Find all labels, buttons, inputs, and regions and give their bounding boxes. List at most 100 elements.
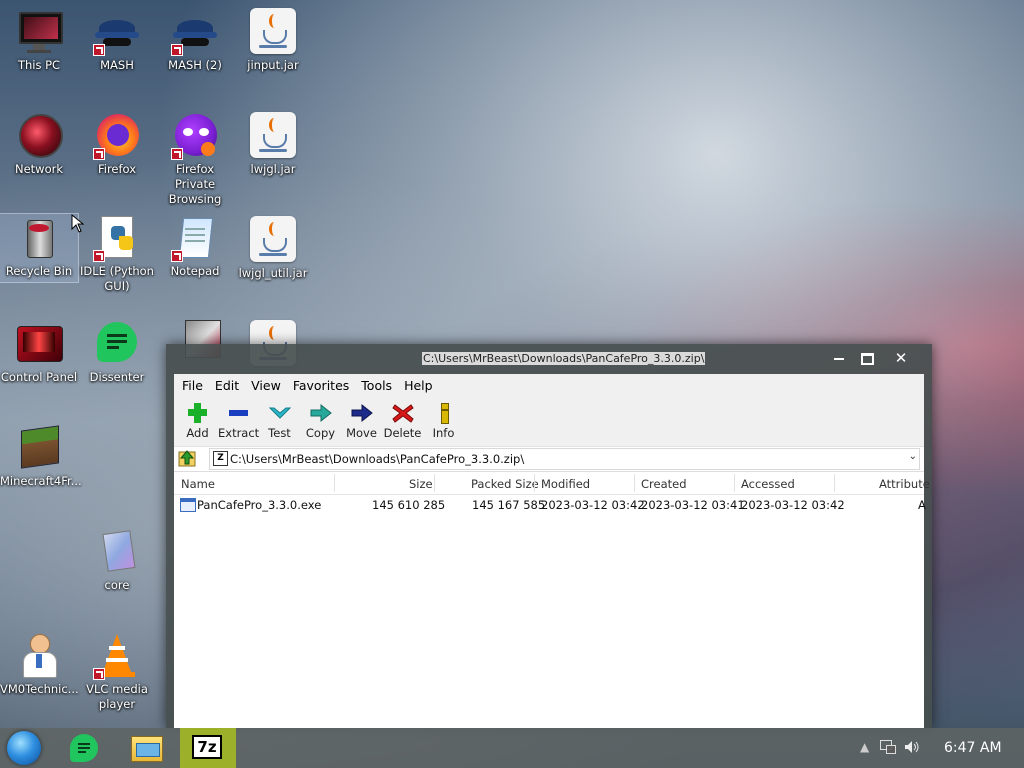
notepad-icon [171, 214, 219, 262]
menu-favorites[interactable]: Favorites [287, 378, 355, 393]
recycle-bin-icon [15, 214, 63, 262]
add-button[interactable]: Add [177, 396, 218, 446]
info-icon [432, 402, 456, 424]
move-button[interactable]: Move [341, 396, 382, 446]
monitor-icon [15, 8, 63, 56]
desktop-icon-lwjgl-util-jar[interactable]: lwjgl_util.jar [234, 216, 312, 281]
shortcut-arrow-icon [171, 250, 183, 262]
desktop-icon-vlc[interactable]: VLC media player [78, 632, 156, 712]
shortcut-arrow-icon [171, 44, 183, 56]
desktop-icon-firefox-private[interactable]: Firefox Private Browsing [156, 112, 234, 207]
java-jar-icon [249, 8, 297, 56]
info-button[interactable]: Info [423, 396, 464, 446]
desktop-icon-label: MASH [100, 58, 134, 72]
col-size[interactable]: Size [409, 477, 433, 491]
tray-chevron-icon[interactable]: ▲ [860, 740, 869, 754]
col-name[interactable]: Name [181, 477, 215, 491]
menu-help[interactable]: Help [398, 378, 439, 393]
taskbar-dissenter[interactable] [58, 728, 114, 768]
copy-arrow-icon [309, 402, 333, 424]
extract-button[interactable]: Extract [218, 396, 259, 446]
volume-tray-icon[interactable] [904, 740, 920, 754]
shortcut-arrow-icon [93, 250, 105, 262]
core-document-icon [93, 528, 141, 576]
file-attributes: A [918, 498, 926, 512]
col-accessed[interactable]: Accessed [741, 477, 795, 491]
taskbar-clock[interactable]: 6:47 AM [944, 740, 1002, 756]
up-folder-button[interactable] [177, 448, 199, 470]
network-tray-icon[interactable] [880, 740, 896, 754]
mash-spy-icon [93, 8, 141, 56]
desktop-icon-idle-python[interactable]: IDLE (Python GUI) [78, 214, 156, 294]
move-arrow-icon [350, 402, 374, 424]
desktop-icon-mash[interactable]: MASH [78, 8, 156, 73]
copy-label: Copy [305, 426, 336, 440]
col-packed-size[interactable]: Packed Size [471, 477, 539, 491]
desktop-icon-this-pc[interactable]: This PC [0, 8, 78, 73]
7zip-logo-text: 7z [197, 738, 217, 756]
menu-tools[interactable]: Tools [355, 378, 398, 393]
desktop-icon-label: Dissenter [89, 370, 145, 384]
window-titlebar[interactable]: C:\Users\MrBeast\Downloads\PanCafePro_3.… [166, 344, 932, 374]
col-created[interactable]: Created [641, 477, 687, 491]
desktop-icon-vm0technic[interactable]: VM0Technic... [0, 632, 79, 697]
desktop-icon-network[interactable]: Network [0, 112, 78, 177]
maximize-button[interactable] [850, 347, 884, 369]
menu-file[interactable]: File [176, 378, 209, 393]
menu-view[interactable]: View [245, 378, 287, 393]
desktop-icon-label: lwjgl.jar [250, 162, 296, 176]
desktop-icon-label: jinput.jar [247, 58, 299, 72]
desktop-icon-label: core [104, 578, 130, 592]
shortcut-arrow-icon [171, 148, 183, 160]
taskbar: 7z ▲ 6:47 AM [0, 728, 1024, 768]
desktop-icon-lwjgl-jar[interactable]: lwjgl.jar [234, 112, 312, 177]
dissenter-icon [93, 320, 141, 368]
desktop-icon-core[interactable]: core [78, 528, 156, 593]
python-file-icon [93, 214, 141, 262]
file-row[interactable]: PanCafePro_3.3.0.exe 145 610 285 145 167… [174, 495, 926, 515]
plus-icon [186, 402, 210, 424]
delete-button[interactable]: Delete [382, 396, 423, 446]
firefox-icon [93, 112, 141, 160]
desktop-icon-recycle-bin[interactable]: Recycle Bin [0, 213, 79, 283]
column-headers: Name Size Packed Size Modified Created A… [174, 472, 930, 495]
chevron-down-icon[interactable]: ⌄ [909, 451, 917, 462]
start-orb-button[interactable] [7, 731, 41, 765]
mash-spy-icon [171, 8, 219, 56]
taskbar-file-explorer[interactable] [118, 728, 174, 768]
desktop-icon-notepad[interactable]: Notepad [156, 214, 234, 279]
delete-label: Delete [383, 426, 422, 440]
copy-button[interactable]: Copy [300, 396, 341, 446]
file-modified: 2023-03-12 03:42 [541, 498, 645, 512]
window-title: C:\Users\MrBeast\Downloads\PanCafePro_3.… [422, 352, 706, 365]
check-icon [268, 402, 292, 424]
menu-edit[interactable]: Edit [209, 378, 245, 393]
delete-x-icon [391, 402, 415, 424]
desktop-icon-label: Recycle Bin [5, 264, 73, 278]
desktop-icon-label: Control Panel [0, 370, 78, 384]
desktop-icon-firefox[interactable]: Firefox [78, 112, 156, 177]
maximize-icon [860, 352, 874, 365]
desktop-icon-label: lwjgl_util.jar [238, 266, 308, 280]
vlc-cone-icon [93, 632, 141, 680]
close-button[interactable]: ✕ [884, 347, 918, 369]
taskbar-7zip[interactable]: 7z [180, 728, 236, 768]
test-label: Test [268, 426, 291, 440]
java-jar-icon [249, 112, 297, 160]
desktop-icon-dissenter[interactable]: Dissenter [78, 320, 156, 385]
desktop-icon-mash-2[interactable]: MASH (2) [156, 8, 234, 73]
menu-bar: File Edit View Favorites Tools Help [174, 374, 924, 396]
address-field[interactable]: Z C:\Users\MrBeast\Downloads\PanCafePro_… [209, 448, 920, 470]
desktop-icon-label: MASH (2) [168, 58, 222, 72]
window-client-area: File Edit View Favorites Tools Help Add … [174, 374, 930, 728]
extract-label: Extract [218, 426, 260, 440]
desktop-icon-minecraft[interactable]: Minecraft4Fr... [0, 424, 82, 489]
test-button[interactable]: Test [259, 396, 300, 446]
desktop-icon-jinput-jar[interactable]: jinput.jar [234, 8, 312, 73]
col-modified[interactable]: Modified [541, 477, 590, 491]
move-label: Move [346, 426, 377, 440]
desktop-icon-control-panel[interactable]: Control Panel [0, 320, 78, 385]
col-attributes[interactable]: Attribute [879, 477, 930, 491]
desktop-icon-label: Network [14, 162, 64, 176]
minecraft-block-icon [15, 424, 63, 472]
